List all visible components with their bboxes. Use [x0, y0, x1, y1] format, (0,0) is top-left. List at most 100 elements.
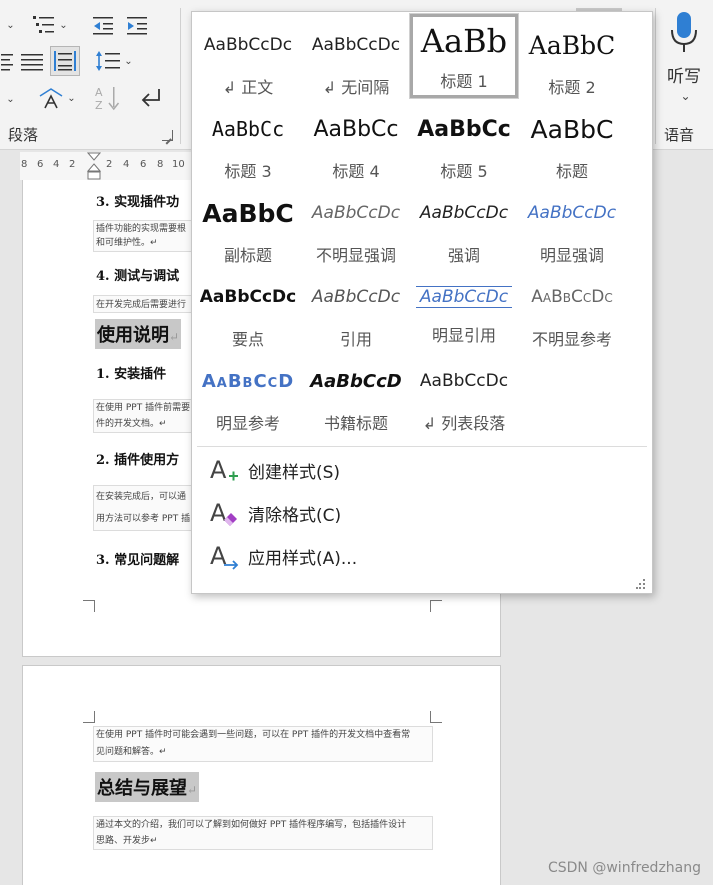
align-left-icon [1, 54, 13, 71]
style-tile-heading-2[interactable]: AaBbC 标题 2 [518, 20, 626, 104]
style-tile-title[interactable]: AaBbC 标题 [518, 104, 626, 188]
doc-heading-1: 使用说明↵ [95, 319, 182, 349]
style-tile-list-paragraph[interactable]: AaBbCcDc ↲ 列表段落 [410, 356, 518, 440]
style-name: 引用 [339, 330, 372, 349]
ruler-number: 6 [37, 159, 44, 170]
create-style-label: 创建样式(S) [248, 462, 341, 483]
line-spacing-button[interactable]: ⌄ [92, 48, 136, 74]
decrease-indent-button[interactable] [89, 12, 117, 38]
style-tile-book-title[interactable]: AaBbCcD 书籍标题 [302, 356, 410, 440]
style-preview: AaBbCcDc [527, 203, 617, 223]
chevron-down-icon: ⌄ [6, 19, 15, 31]
svg-text:A: A [210, 499, 227, 527]
style-name: 标题 2 [548, 78, 596, 97]
style-tile-strong[interactable]: AaBbCcDc 要点 [194, 272, 302, 356]
style-tile-subtle-emphasis[interactable]: AaBbCcDc 不明显强调 [302, 188, 410, 272]
style-tile-heading-4[interactable]: AaBbCc 标题 4 [302, 104, 410, 188]
doc-heading: 1. 安装插件 [96, 367, 167, 382]
shading-dropdown-button[interactable]: ⌄ [0, 86, 18, 112]
clear-formatting-label: 清除格式(C) [248, 505, 342, 526]
doc-line: 通过本文的介绍，我们可以了解到如何做好 PPT 插件程序编写，包括插件设计 [96, 820, 407, 830]
watermark: CSDN @winfredzhang [547, 860, 701, 876]
crop-mark [83, 711, 95, 723]
horizontal-ruler[interactable]: 8 6 4 2 2 4 6 8 10 [20, 152, 192, 180]
document-page[interactable]: 在使用 PPT 插件时可能会遇到一些问题，可以在 PPT 插件的开发文档中查看常… [22, 665, 501, 885]
doc-paragraph: 在开发完成后需要进行 [93, 295, 193, 313]
ruler-number: 8 [21, 159, 28, 170]
style-preview: AaBbCc [417, 116, 511, 142]
ruler-number: 2 [106, 159, 113, 170]
show-paragraph-marks-button[interactable] [136, 84, 166, 112]
dictate-button[interactable]: 听写 ⌄ [660, 10, 708, 105]
style-preview: AaBbCc [211, 117, 285, 141]
bullets-dropdown-button[interactable]: ⌄ [0, 12, 18, 38]
style-preview: AaBbCcDc [531, 287, 613, 307]
style-preview: AaBb [420, 22, 508, 60]
clear-formatting-icon: A [208, 498, 242, 528]
chevron-down-icon: ⌄ [67, 92, 76, 104]
doc-heading: 4. 测试与调试 [96, 269, 180, 284]
style-preview: AaBbC [202, 198, 294, 228]
resize-grip-icon[interactable] [636, 579, 646, 589]
multilevel-list-button[interactable]: ⌄ [28, 12, 72, 38]
justify-icon [21, 54, 43, 71]
ruler-number: 4 [53, 159, 60, 170]
style-tile-subtle-reference[interactable]: AaBbCcDc 不明显参考 [518, 272, 626, 356]
multilevel-list-icon [33, 16, 55, 33]
style-tile-subtitle[interactable]: AaBbC 副标题 [194, 188, 302, 272]
style-tile-no-spacing[interactable]: AaBbCcDc ↲ 无间隔 [302, 20, 410, 104]
doc-line: 在使用 PPT 插件前需要 [96, 403, 191, 413]
align-left-button[interactable] [0, 48, 14, 74]
style-tile-intense-quote[interactable]: AaBbCcDc 明显引用 [410, 272, 518, 356]
chevron-down-icon: ⌄ [124, 55, 133, 67]
style-preview: AaBbCcDc [311, 203, 401, 223]
ruler-number: 6 [140, 159, 147, 170]
indent-marker-icon[interactable] [87, 152, 101, 180]
ruler-number: 8 [157, 159, 164, 170]
style-tile-emphasis[interactable]: AaBbCcDc 强调 [410, 188, 518, 272]
chevron-down-icon: ⌄ [6, 93, 15, 105]
doc-line: 用方法可以参考 PPT 插 [96, 514, 191, 524]
doc-line: 插件功能的实现需要根 [96, 224, 187, 234]
create-style-menu-item[interactable]: A 创建样式(S) [208, 452, 508, 488]
style-name: 标题 4 [332, 162, 380, 181]
distributed-button[interactable] [50, 46, 80, 76]
style-name: 明显强调 [539, 246, 604, 265]
style-preview: AaBbCcDc [200, 287, 296, 307]
style-name: 标题 3 [224, 162, 272, 181]
doc-line: 在使用 PPT 插件时可能会遇到一些问题，可以在 PPT 插件的开发文档中查看常 [96, 730, 411, 740]
apply-styles-icon: A [208, 541, 242, 571]
microphone-icon [671, 12, 697, 52]
chinese-layout-button[interactable]: ⌄ [34, 84, 80, 112]
doc-heading-text: 总结与展望 [97, 778, 187, 799]
doc-paragraph: 在安装完成后，可以通 用方法可以参考 PPT 插 [93, 485, 193, 531]
doc-paragraph: 插件功能的实现需要根 和可维护性。↵ [93, 220, 193, 252]
paragraph-dialog-launcher[interactable] [162, 130, 173, 141]
sort-button[interactable]: A Z [92, 84, 124, 112]
doc-line: 和可维护性。↵ [96, 238, 158, 248]
doc-line: 见问题和解答。↵ [96, 747, 167, 757]
sort-icon: A Z [95, 86, 120, 111]
style-tile-quote[interactable]: AaBbCcDc 引用 [302, 272, 410, 356]
style-tile-intense-emphasis[interactable]: AaBbCcDc 明显强调 [518, 188, 626, 272]
doc-paragraph: 在使用 PPT 插件前需要 件的开发文档。↵ [93, 399, 193, 433]
style-preview: AaBbCcDc [311, 287, 401, 307]
styles-gallery-popup: AaBbCcDc ↲ 正文 AaBbCcDc ↲ 无间隔 AaBb 标题 1 A… [191, 11, 653, 594]
chevron-down-icon: ⌄ [680, 89, 691, 103]
dictate-label: 听写 [667, 67, 701, 87]
crop-mark [430, 711, 442, 723]
style-tile-heading-3[interactable]: AaBbCc 标题 3 [194, 104, 302, 188]
create-style-icon: A [208, 455, 242, 485]
crop-mark [83, 600, 95, 612]
style-tile-heading-1[interactable]: AaBb 标题 1 [409, 13, 519, 99]
justify-button[interactable] [18, 48, 46, 74]
style-tile-heading-5[interactable]: AaBbCc 标题 5 [410, 104, 518, 188]
doc-heading-text: 使用说明 [97, 325, 169, 346]
clear-formatting-menu-item[interactable]: A 清除格式(C) [208, 495, 508, 531]
style-tile-intense-reference[interactable]: AaBbCcD 明显参考 [194, 356, 302, 440]
style-name: 明显引用 [431, 326, 496, 345]
increase-indent-button[interactable] [123, 12, 151, 38]
doc-heading: 3. 实现插件功 [96, 195, 180, 210]
style-tile-normal[interactable]: AaBbCcDc ↲ 正文 [194, 20, 302, 104]
apply-styles-menu-item[interactable]: A 应用样式(A)... [208, 538, 508, 574]
